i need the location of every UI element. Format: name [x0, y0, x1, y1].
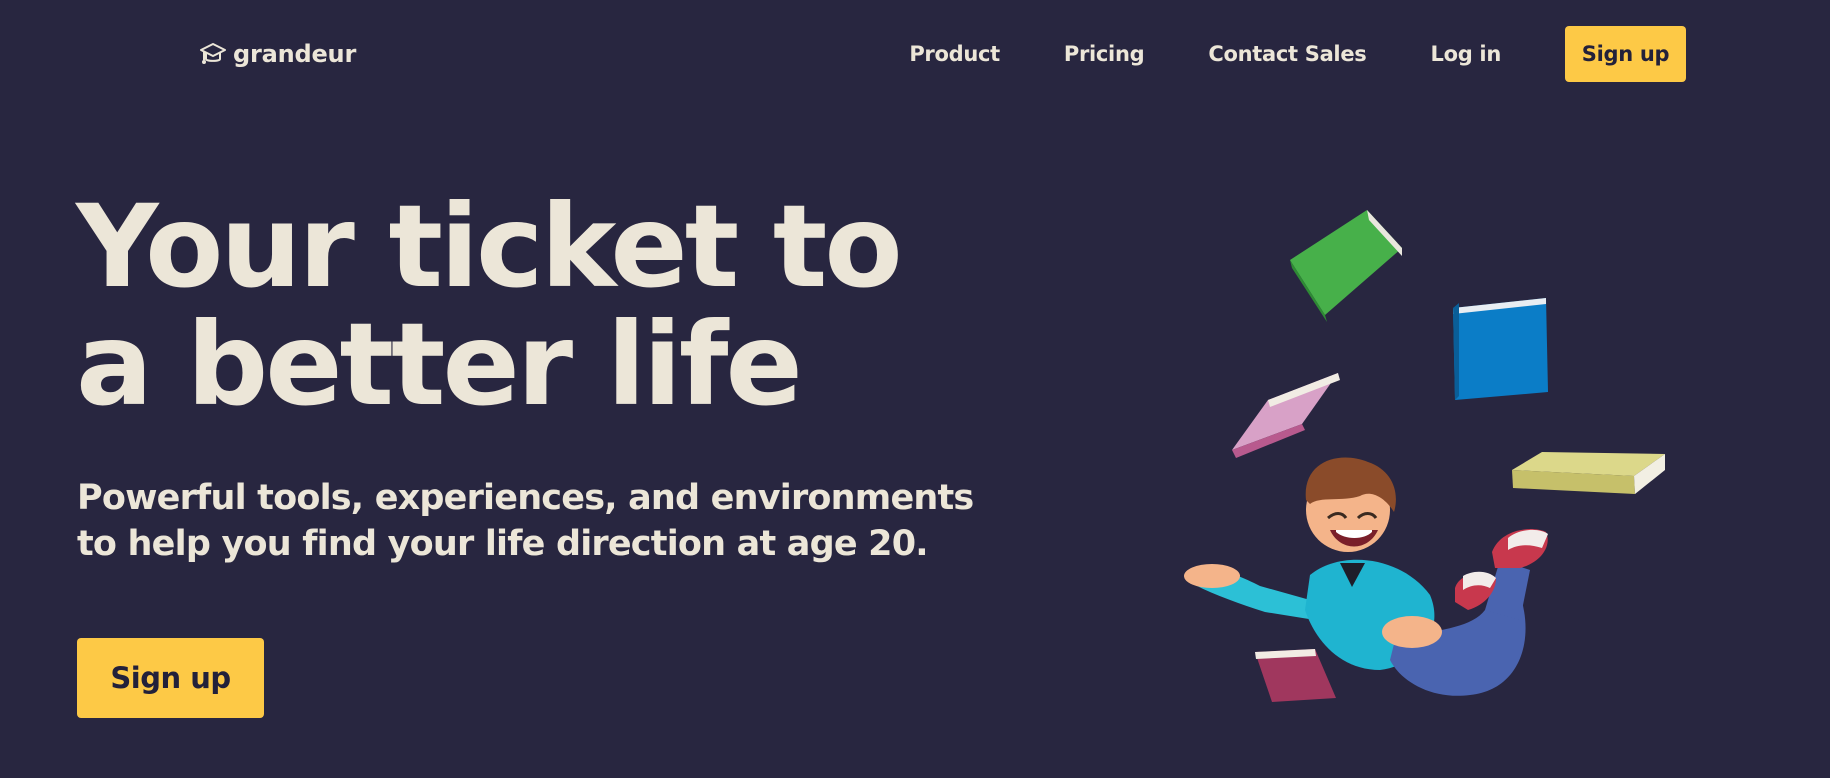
- hero-signup-button[interactable]: Sign up: [77, 638, 264, 718]
- main-nav: Product Pricing Contact Sales Log in Sig…: [909, 26, 1686, 82]
- nav-link-contact-sales[interactable]: Contact Sales: [1208, 42, 1366, 66]
- nav-link-pricing[interactable]: Pricing: [1064, 42, 1145, 66]
- green-book-icon: [1290, 210, 1402, 322]
- pink-book-icon: [1232, 373, 1340, 458]
- site-header: grandeur Product Pricing Contact Sales L…: [0, 0, 1830, 108]
- hero-subtitle: Powerful tools, experiences, and environ…: [77, 475, 974, 567]
- nav-link-product[interactable]: Product: [909, 42, 1000, 66]
- hero-title-line-2: a better life: [76, 298, 803, 431]
- hero-title: Your ticket to a better life: [76, 180, 903, 431]
- yellow-book-icon: [1512, 452, 1665, 494]
- shoe-icon: [1492, 529, 1548, 568]
- hero-subtitle-line-2: to help you find your life direction at …: [77, 524, 929, 564]
- boy-juggling-books-illustration: [1170, 200, 1690, 720]
- blue-book-icon: [1453, 298, 1548, 400]
- brand-name: grandeur: [233, 40, 357, 68]
- brand-logo[interactable]: grandeur: [199, 40, 356, 68]
- header-signup-button[interactable]: Sign up: [1565, 26, 1686, 82]
- maroon-book-icon: [1255, 649, 1336, 702]
- graduation-cap-icon: [199, 40, 227, 68]
- nav-link-log-in[interactable]: Log in: [1430, 42, 1501, 66]
- hero-title-line-1: Your ticket to: [76, 180, 903, 313]
- hero-subtitle-line-1: Powerful tools, experiences, and environ…: [77, 478, 974, 518]
